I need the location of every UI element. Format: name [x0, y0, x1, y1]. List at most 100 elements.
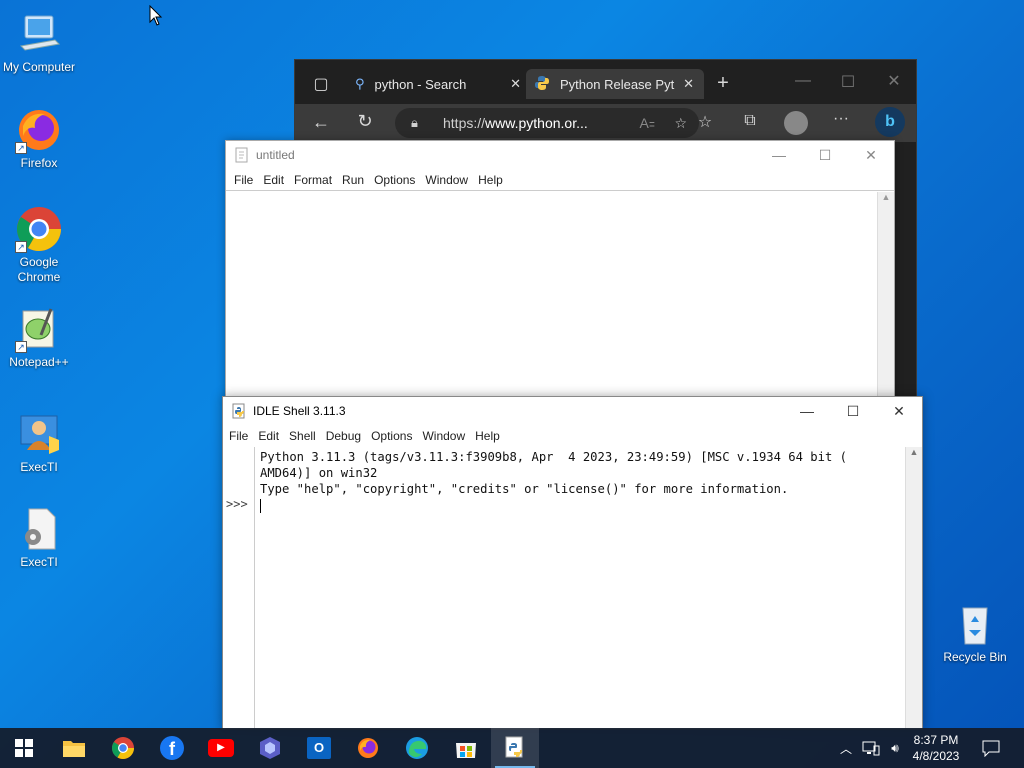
tab-label: python - Search	[374, 76, 467, 92]
desktop-icon-my-computer[interactable]: My Computer	[0, 10, 78, 75]
maximize-icon[interactable]: ☐	[830, 397, 876, 425]
minimize-icon[interactable]: —	[791, 72, 815, 90]
taskbar-edge[interactable]	[393, 728, 441, 768]
desktop-icon-label: ExecTI	[20, 555, 58, 569]
desktop-icon-label: Google Chrome	[17, 255, 61, 284]
tab-actions-icon[interactable]: ▢	[309, 74, 333, 94]
taskbar-file-explorer[interactable]	[50, 728, 98, 768]
chrome-icon	[112, 737, 134, 759]
maximize-icon[interactable]: ☐	[836, 72, 860, 92]
clock[interactable]: 8:37 PM 4/8/2023	[906, 732, 966, 764]
editor-title: untitled	[256, 148, 295, 162]
menu-options[interactable]: Options	[374, 173, 415, 187]
folder-icon	[63, 741, 85, 757]
profile-icon[interactable]	[784, 111, 808, 135]
more-menu-icon[interactable]: ···	[829, 110, 853, 128]
minimize-icon[interactable]: —	[784, 397, 830, 425]
shortcut-arrow-icon: ↗	[15, 241, 27, 253]
desktop-icon-chrome[interactable]: ↗ Google Chrome	[0, 205, 78, 285]
clock-date: 4/8/2023	[912, 749, 960, 763]
python-logo-icon	[534, 75, 550, 94]
action-center-button[interactable]	[976, 728, 1006, 768]
shell-output[interactable]: Python 3.11.3 (tags/v3.11.3:f3909b8, Apr…	[260, 449, 902, 513]
menu-window[interactable]: Window	[422, 429, 465, 443]
shell-menubar: File Edit Shell Debug Options Window Hel…	[223, 425, 922, 447]
notepadpp-icon: ↗	[15, 305, 63, 353]
add-favorite-icon[interactable]: ☆	[674, 115, 687, 132]
address-prefix: https://	[443, 115, 486, 131]
shortcut-arrow-icon: ↗	[15, 142, 27, 154]
computer-icon	[15, 10, 63, 58]
start-button[interactable]	[0, 728, 48, 768]
minimize-icon[interactable]: —	[756, 141, 802, 169]
menu-help[interactable]: Help	[475, 429, 500, 443]
collections-icon[interactable]: ⧉	[738, 112, 762, 130]
idle-icon	[505, 736, 523, 758]
tab-python-release[interactable]: Python Release Pytho ✕	[526, 69, 704, 99]
address-bar[interactable]: 🔒︎ https://www.python.or... A꞊ ☆	[395, 108, 699, 138]
idle-editor-window[interactable]: untitled — ☐ ✕ File Edit Format Run Opti…	[225, 140, 895, 400]
taskbar-chrome[interactable]	[99, 728, 147, 768]
tab-close-icon[interactable]: ✕	[510, 76, 521, 92]
desktop-icon-execti-2[interactable]: ExecTI	[0, 505, 78, 570]
taskbar-store[interactable]	[442, 728, 490, 768]
read-aloud-icon[interactable]: A꞊	[640, 115, 655, 131]
new-tab-icon[interactable]: +	[711, 72, 735, 95]
network-icon	[862, 741, 880, 756]
menu-format[interactable]: Format	[294, 173, 332, 187]
shortcut-arrow-icon: ↗	[15, 341, 27, 353]
editor-menubar: File Edit Format Run Options Window Help	[226, 169, 894, 191]
desktop-icon-label: Notepad++	[9, 355, 69, 369]
show-hidden-icons-button[interactable]: ︿	[838, 728, 854, 768]
refresh-icon[interactable]: ↻	[353, 111, 377, 132]
maximize-icon[interactable]: ☐	[802, 141, 848, 169]
back-icon[interactable]: ←	[309, 112, 333, 133]
clock-time: 8:37 PM	[913, 733, 959, 747]
notification-icon	[982, 740, 1000, 757]
taskbar-app[interactable]	[246, 728, 294, 768]
tab-python-search[interactable]: ⚲ python - Search ✕	[343, 69, 521, 99]
menu-file[interactable]: File	[234, 173, 253, 187]
shell-prompt: >>>	[226, 497, 248, 511]
taskbar: f ▶ O ︿ 🔊︎ 8:37 PM 4/8/2023	[0, 728, 1024, 768]
shell-scrollbar[interactable]: ▲	[905, 447, 922, 729]
firefox-icon	[358, 738, 378, 758]
desktop-icon-recycle-bin[interactable]: Recycle Bin	[936, 600, 1014, 665]
desktop-icon-notepadpp[interactable]: ↗ Notepad++	[0, 305, 78, 370]
tab-close-icon[interactable]: ✕	[683, 76, 694, 92]
menu-edit[interactable]: Edit	[258, 429, 279, 443]
editor-text-area[interactable]	[226, 192, 877, 399]
favorites-icon[interactable]: ☆	[693, 112, 717, 132]
volume-button[interactable]: 🔊︎	[884, 728, 906, 768]
menu-edit[interactable]: Edit	[263, 173, 284, 187]
desktop-icon-firefox[interactable]: ↗ Firefox	[0, 106, 78, 171]
menu-help[interactable]: Help	[478, 173, 503, 187]
menu-shell[interactable]: Shell	[289, 429, 316, 443]
menu-run[interactable]: Run	[342, 173, 364, 187]
editor-scrollbar[interactable]: ▲	[877, 192, 894, 399]
taskbar-idle[interactable]	[491, 728, 539, 768]
chevron-up-icon: ︿	[839, 741, 852, 756]
desktop-icon-execti-1[interactable]: ExecTI	[0, 410, 78, 475]
close-icon[interactable]: ✕	[882, 71, 906, 91]
text-caret	[260, 498, 261, 513]
recycle-bin-icon	[951, 600, 999, 648]
idle-shell-window[interactable]: IDLE Shell 3.11.3 — ☐ ✕ File Edit Shell …	[222, 396, 923, 730]
menu-window[interactable]: Window	[425, 173, 468, 187]
menu-file[interactable]: File	[229, 429, 248, 443]
menu-options[interactable]: Options	[371, 429, 412, 443]
scroll-up-icon[interactable]: ▲	[878, 192, 894, 202]
taskbar-youtube[interactable]: ▶	[197, 728, 245, 768]
scroll-up-icon[interactable]: ▲	[906, 447, 922, 457]
search-icon: ⚲	[355, 76, 365, 91]
bing-icon[interactable]: b	[875, 107, 905, 137]
shell-input-line[interactable]	[260, 497, 902, 513]
taskbar-firefox[interactable]	[344, 728, 392, 768]
taskbar-outlook[interactable]: O	[295, 728, 343, 768]
taskbar-facebook[interactable]: f	[148, 728, 196, 768]
close-icon[interactable]: ✕	[848, 141, 894, 169]
menu-debug[interactable]: Debug	[326, 429, 361, 443]
close-icon[interactable]: ✕	[876, 397, 922, 425]
prompt-gutter: >>>	[223, 447, 255, 729]
network-button[interactable]	[860, 728, 882, 768]
